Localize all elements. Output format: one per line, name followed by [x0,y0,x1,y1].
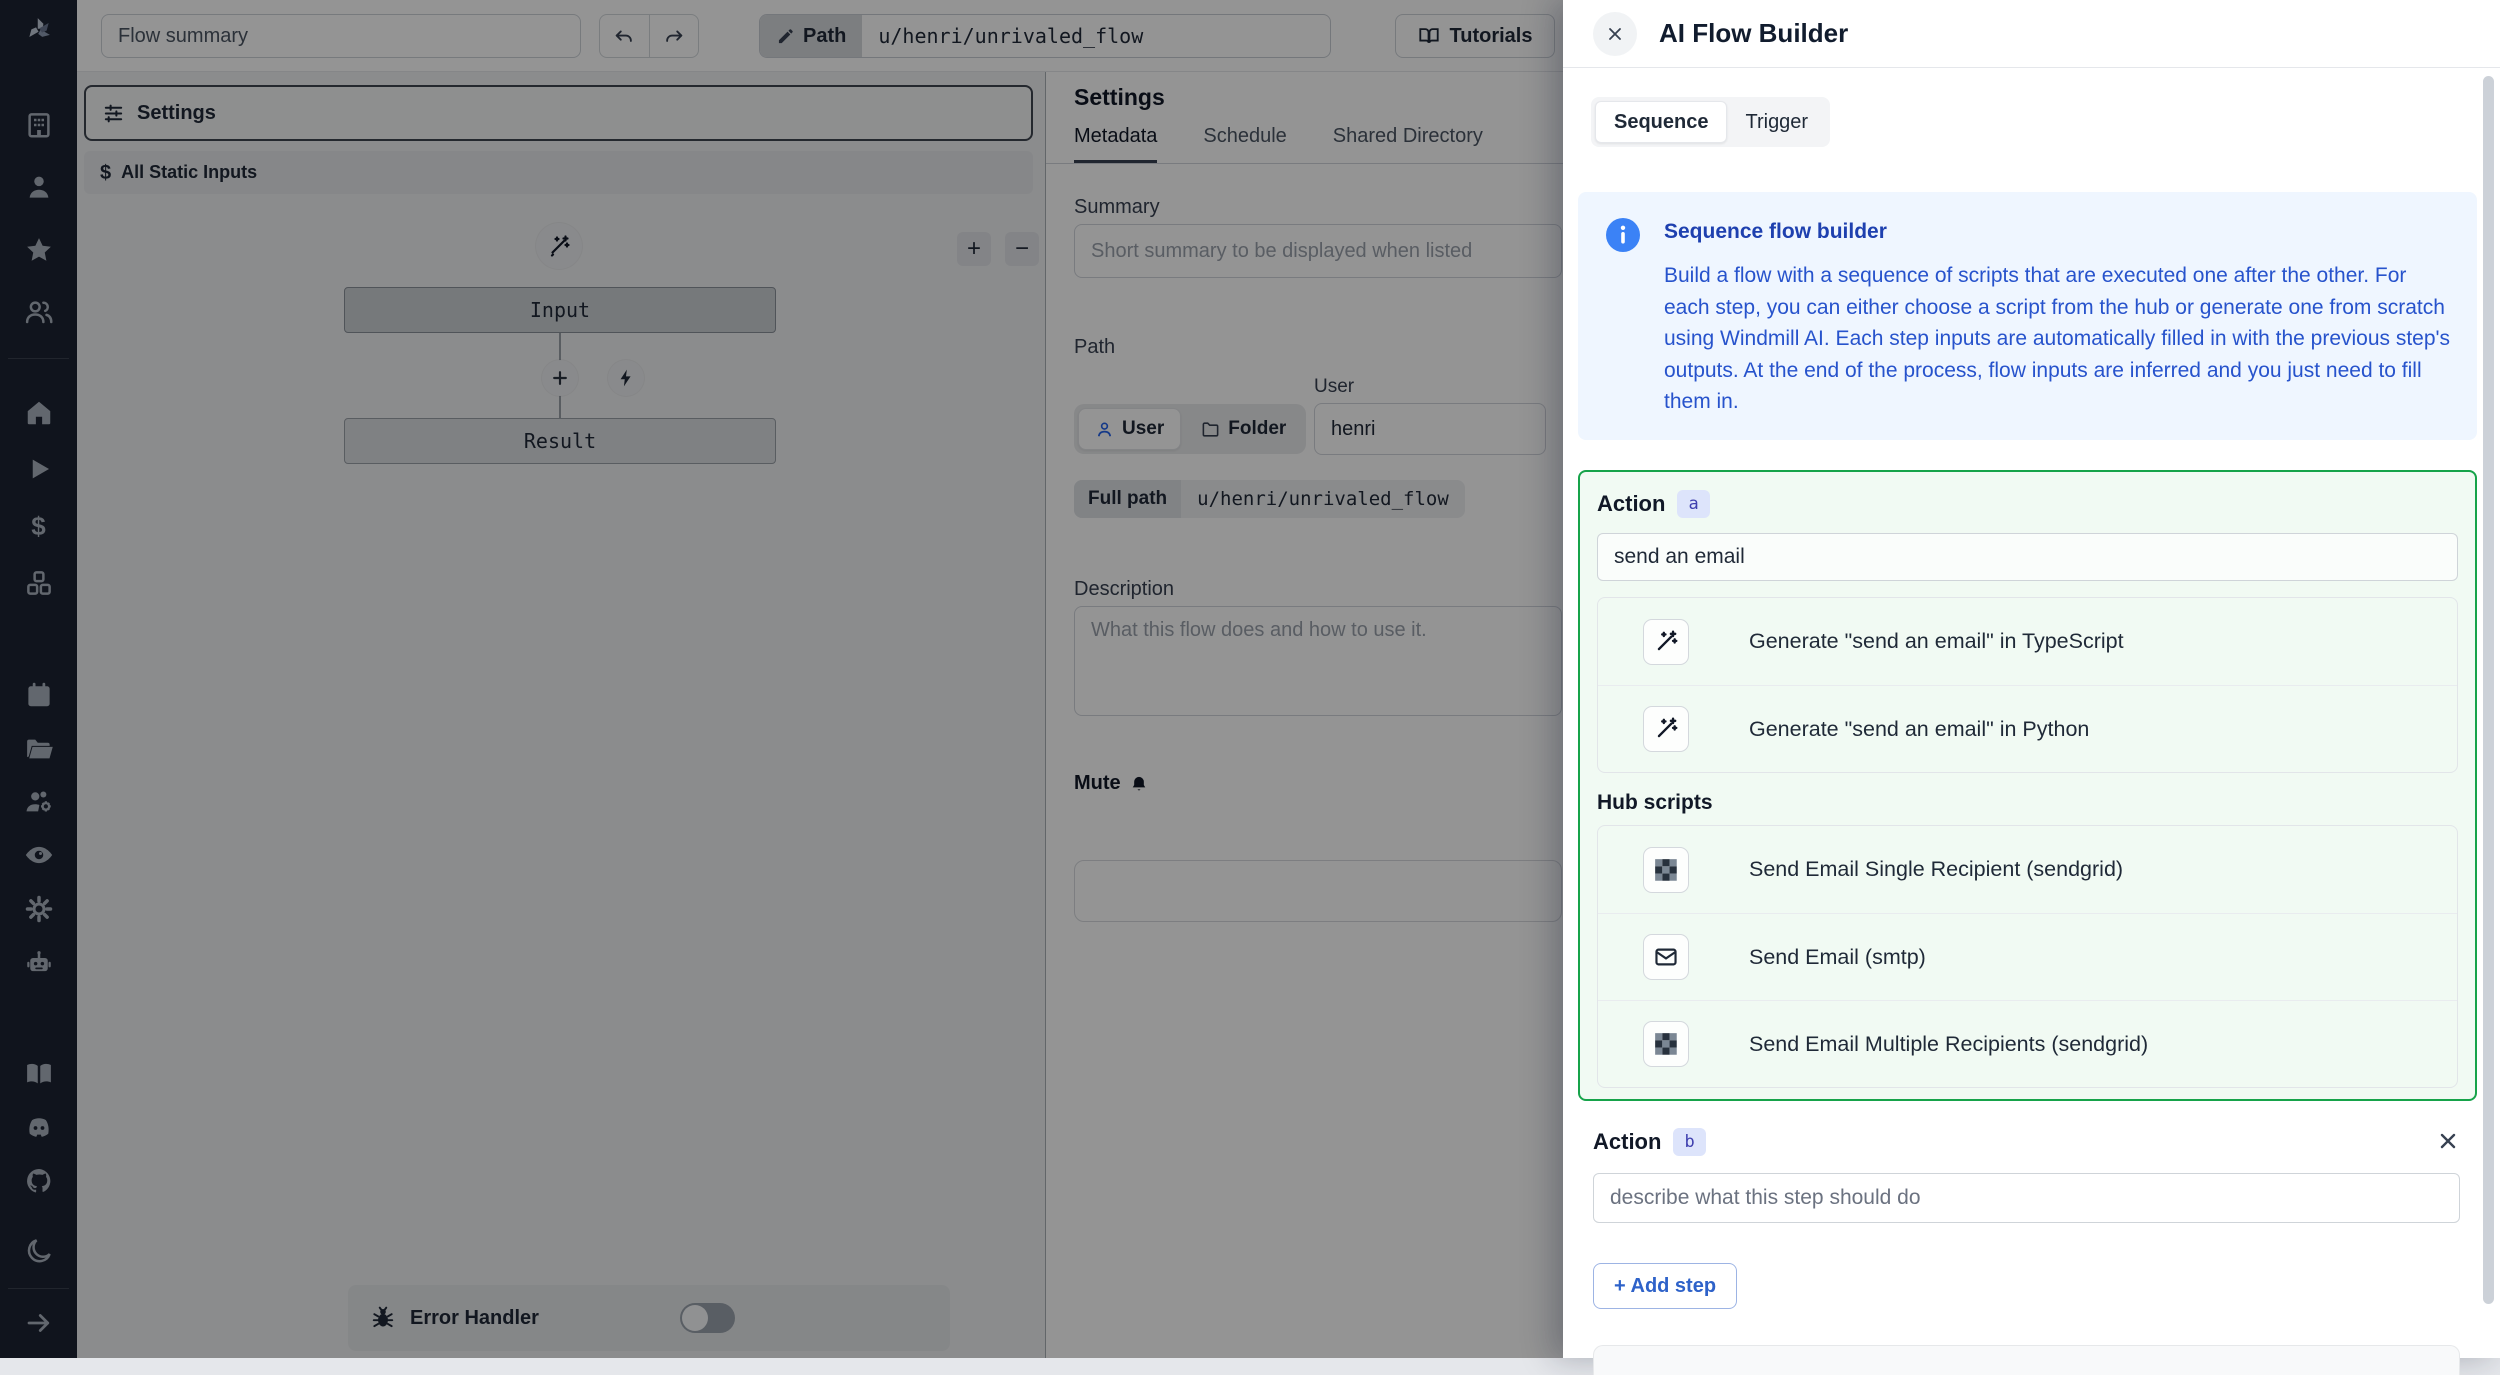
hub-script-sendgrid-multiple[interactable]: Send Email Multiple Recipients (sendgrid… [1598,1000,2457,1087]
hub-script-smtp[interactable]: Send Email (smtp) [1598,913,2457,1000]
wand-icon [1643,706,1689,752]
info-icon [1606,218,1640,252]
action-a-section: Action a Generate "send an email" in Typ… [1578,470,2477,1101]
mail-icon [1643,934,1689,980]
info-body: Build a flow with a sequence of scripts … [1664,260,2456,418]
hub-scripts-title: Hub scripts [1597,789,2458,817]
add-step-label: + Add step [1614,1275,1716,1298]
sendgrid-icon [1643,1021,1689,1067]
add-step-button[interactable]: + Add step [1593,1263,1737,1309]
info-box: Sequence flow builder Build a flow with … [1578,192,2477,440]
suggestion-generate-typescript[interactable]: Generate "send an email" in TypeScript [1598,598,2457,685]
action-a-input[interactable] [1597,533,2458,581]
tab-trigger[interactable]: Trigger [1727,101,1826,143]
generate-suggestions-list: Generate "send an email" in TypeScript G… [1597,597,2458,773]
hub-script-label: Send Email (smtp) [1749,945,1926,970]
close-icon [2436,1129,2460,1153]
action-b-header: Action b [1593,1125,2460,1159]
tab-sequence[interactable]: Sequence [1595,101,1727,143]
remove-action-b-button[interactable] [2436,1129,2460,1153]
wand-icon [1643,619,1689,665]
suggestion-label: Generate "send an email" in Python [1749,717,2089,742]
action-a-header: Action a [1597,487,2458,521]
suggestion-generate-python[interactable]: Generate "send an email" in Python [1598,685,2457,772]
ai-flow-builder-drawer: AI Flow Builder Sequence Trigger Sequenc… [1563,0,2500,1358]
action-b-label: Action [1593,1129,1661,1155]
bottom-cutoff-panel [1593,1345,2460,1375]
mode-tabs: Sequence Trigger [1591,97,1830,147]
drawer-header: AI Flow Builder [1563,0,2500,68]
action-a-badge: a [1677,490,1709,518]
close-drawer-button[interactable] [1593,12,1637,56]
suggestion-label: Generate "send an email" in TypeScript [1749,629,2124,654]
scrollbar-thumb[interactable] [2483,76,2494,1304]
info-title: Sequence flow builder [1664,220,1887,244]
drawer-title: AI Flow Builder [1659,18,1848,49]
hub-script-label: Send Email Multiple Recipients (sendgrid… [1749,1032,2148,1057]
hub-script-sendgrid-single[interactable]: Send Email Single Recipient (sendgrid) [1598,826,2457,913]
sendgrid-icon [1643,847,1689,893]
action-b-input[interactable] [1593,1173,2460,1223]
action-a-label: Action [1597,491,1665,517]
action-b-badge: b [1673,1128,1705,1156]
action-b-section: Action b [1593,1125,2460,1223]
drawer-backdrop[interactable] [0,0,1563,1358]
close-icon [1605,24,1625,44]
hub-scripts-list: Send Email Single Recipient (sendgrid) S… [1597,825,2458,1088]
hub-script-label: Send Email Single Recipient (sendgrid) [1749,857,2123,882]
